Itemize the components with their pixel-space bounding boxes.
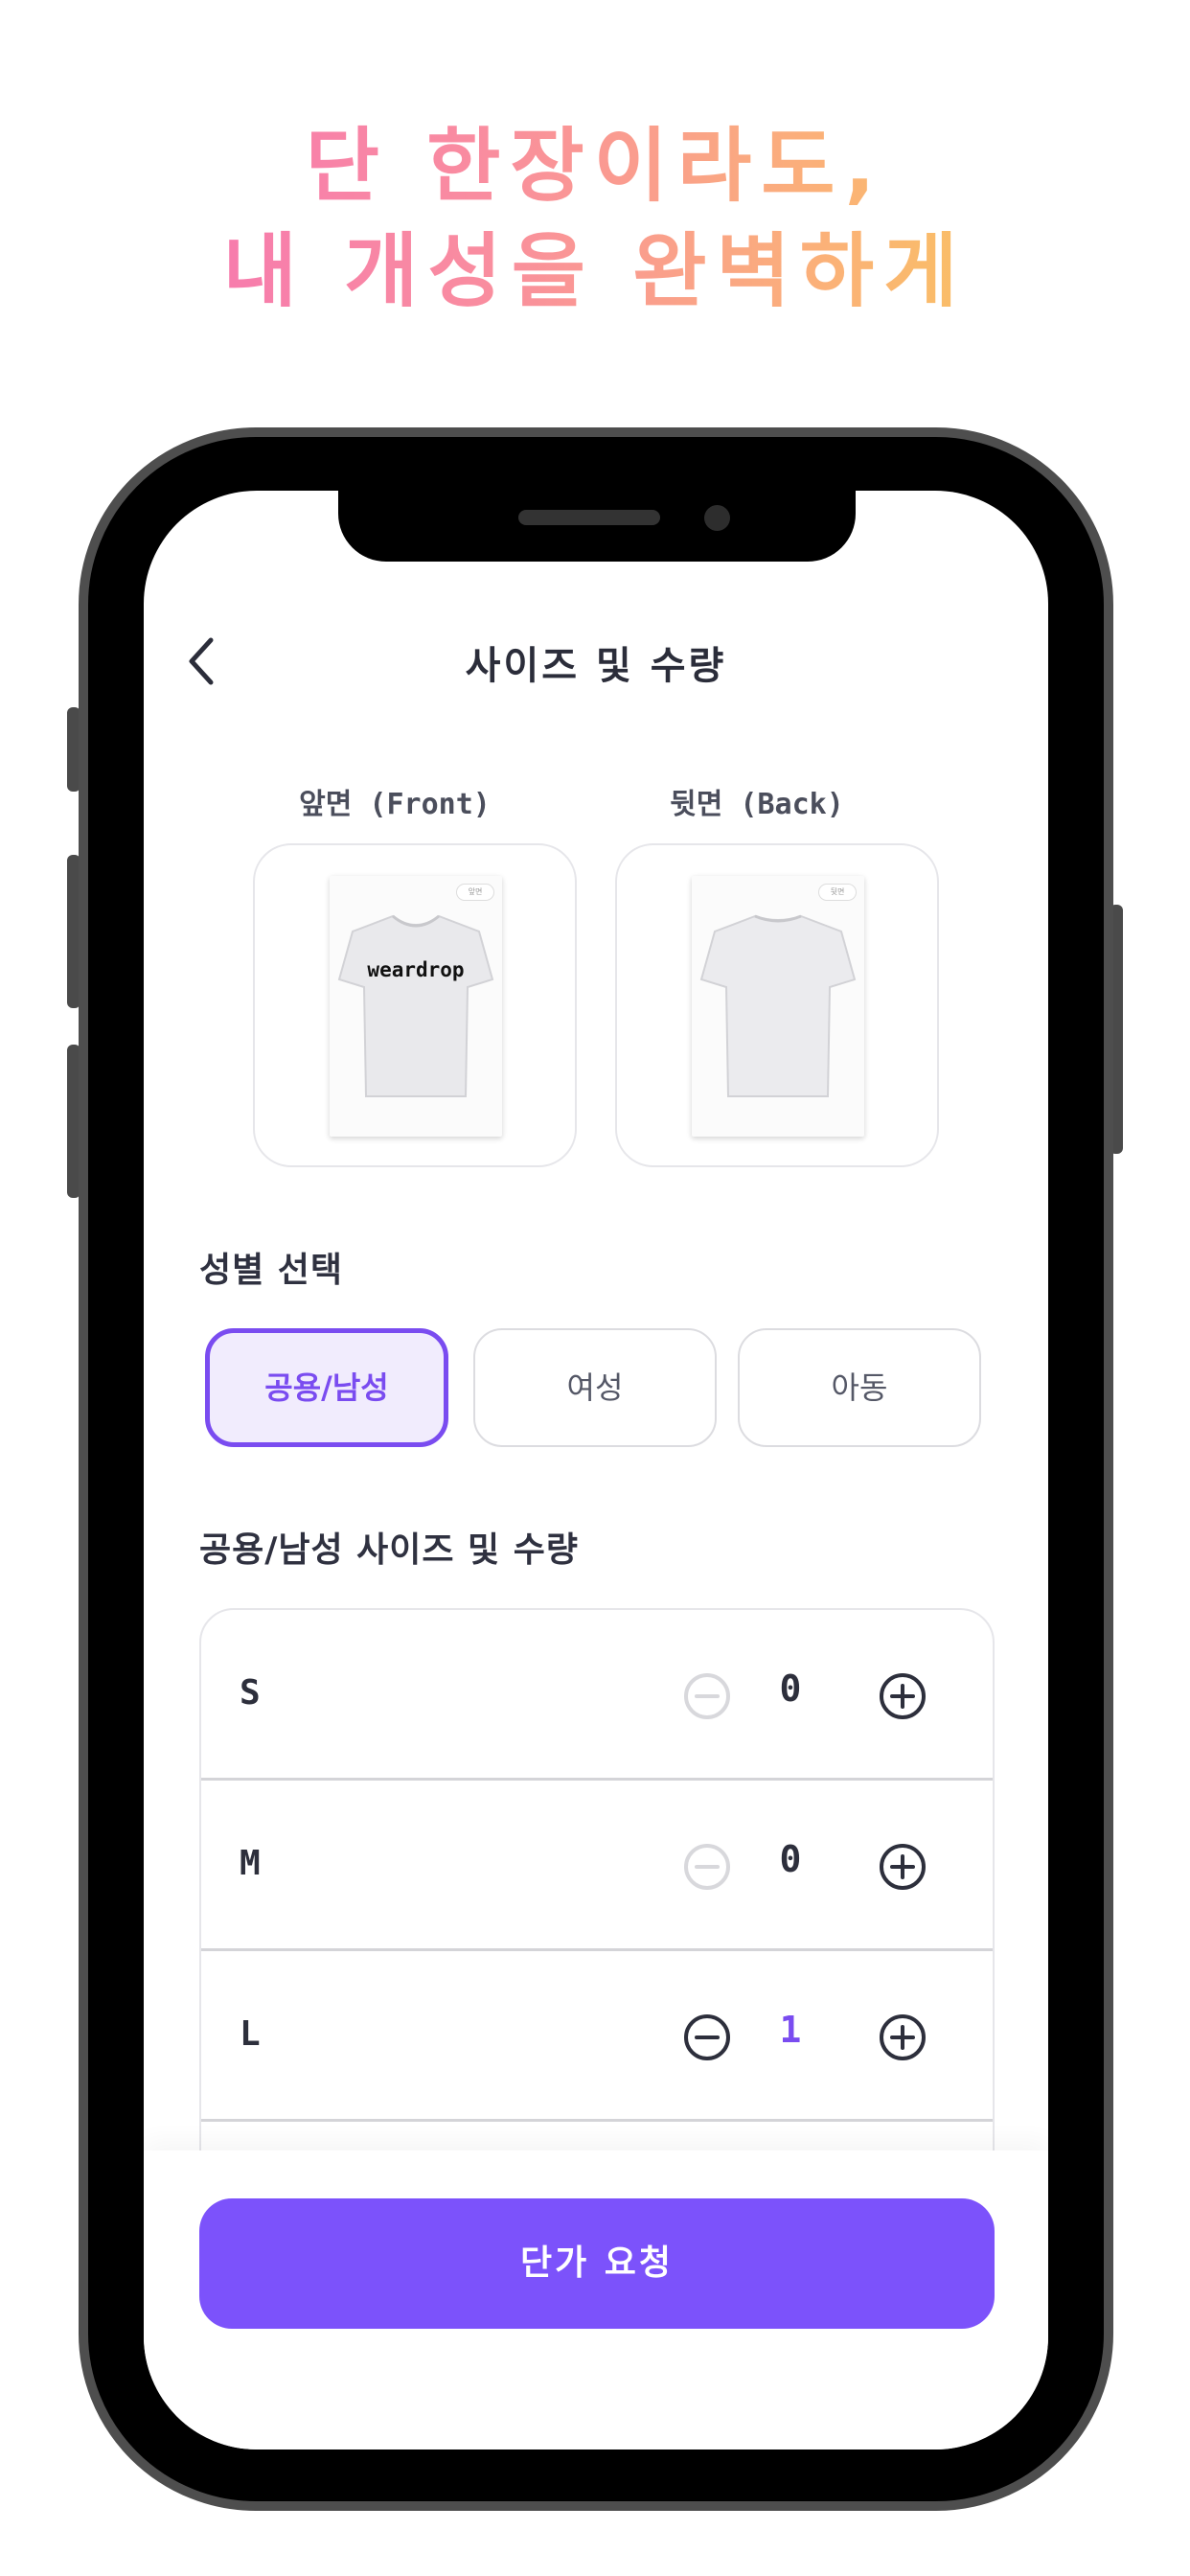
phone-notch	[338, 491, 856, 562]
front-badge: 앞면	[456, 884, 494, 901]
bottom-action-bar: 단가 요청	[144, 2150, 1048, 2450]
quantity-value: 0	[779, 1838, 802, 1880]
size-label: M	[240, 1844, 261, 1883]
back-shirt-image: 뒷면	[692, 876, 864, 1137]
back-badge: 뒷면	[818, 884, 857, 901]
minus-circle-icon	[684, 1673, 730, 1719]
tshirt-front-icon	[337, 914, 494, 1097]
speaker-grille	[518, 510, 660, 525]
promo-headline: 단 한장이라도, 내 개성을 완벽하게	[0, 113, 1190, 324]
increase-button[interactable]	[878, 1671, 927, 1721]
gender-section-title: 성별 선택	[199, 1251, 344, 1290]
decrease-button[interactable]	[682, 1842, 732, 1892]
minus-circle-icon	[684, 1844, 730, 1890]
size-row-l: L 1	[201, 1951, 993, 2122]
back-label: 뒷면 (Back)	[670, 788, 844, 821]
app-screen: 사이즈 및 수량 앞면 (Front) 뒷면 (Back) 앞면 weardro…	[144, 491, 1048, 2450]
front-shirt-image: 앞면 weardrop	[330, 876, 502, 1137]
increase-button[interactable]	[878, 1842, 927, 1892]
size-section-title: 공용/남성 사이즈 및 수량	[199, 1530, 579, 1570]
minus-circle-icon	[684, 2014, 730, 2060]
gender-option-female[interactable]: 여성	[473, 1328, 717, 1447]
gender-option-unisex-male[interactable]: 공용/남성	[205, 1328, 448, 1447]
tshirt-back-icon	[699, 914, 857, 1097]
size-quantity-list: S 0 M 0 L 1	[199, 1608, 995, 2183]
front-preview-card[interactable]: 앞면 weardrop	[253, 843, 577, 1167]
decrease-button[interactable]	[682, 2012, 732, 2062]
size-row-s: S 0	[201, 1610, 993, 1781]
size-label: L	[240, 2014, 261, 2054]
quantity-value: 0	[779, 1668, 802, 1710]
plus-circle-icon	[880, 1844, 926, 1890]
plus-circle-icon	[880, 1673, 926, 1719]
back-preview-card[interactable]: 뒷면	[615, 843, 939, 1167]
front-camera	[704, 505, 730, 531]
increase-button[interactable]	[878, 2012, 927, 2062]
request-quote-button[interactable]: 단가 요청	[199, 2198, 995, 2329]
size-row-m: M 0	[201, 1781, 993, 1951]
decrease-button[interactable]	[682, 1671, 732, 1721]
plus-circle-icon	[880, 2014, 926, 2060]
size-label: S	[240, 1673, 261, 1713]
page-title: 사이즈 및 수량	[465, 644, 727, 688]
headline-line-1: 단 한장이라도,	[0, 113, 1190, 218]
front-label: 앞면 (Front)	[299, 788, 491, 821]
headline-line-2: 내 개성을 완벽하게	[0, 218, 1190, 324]
shirt-print-logo: weardrop	[367, 958, 465, 981]
quantity-value: 1	[779, 2009, 802, 2051]
gender-option-kids[interactable]: 아동	[738, 1328, 981, 1447]
